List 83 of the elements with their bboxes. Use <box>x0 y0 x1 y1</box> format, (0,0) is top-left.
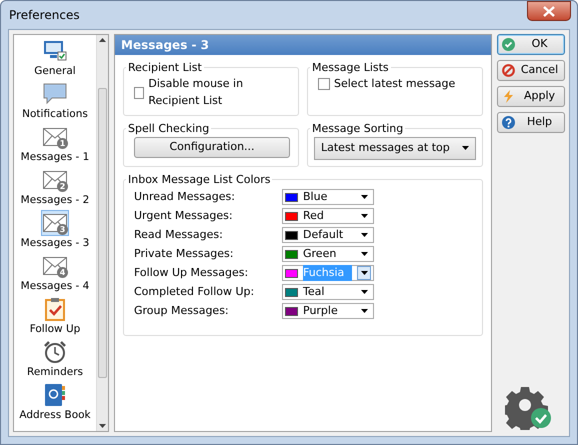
color-label: Urgent Messages: <box>133 208 234 224</box>
color-dropdown[interactable]: Blue <box>282 189 374 205</box>
address-book-icon <box>44 383 66 407</box>
checkbox-text: Disable mouse in Recipient List <box>148 76 244 108</box>
color-label: Completed Follow Up: <box>133 284 256 300</box>
sidebar-item[interactable]: Notifications <box>22 82 88 125</box>
scroll-thumb[interactable] <box>98 88 107 378</box>
color-dropdown[interactable]: Green <box>282 246 374 262</box>
no-entry-icon <box>502 64 515 77</box>
color-label: Group Messages: <box>133 302 230 319</box>
apply-button[interactable]: Apply <box>497 86 565 107</box>
sidebar-label: Address Book <box>19 409 91 422</box>
configuration-button[interactable]: Configuration... <box>134 137 290 158</box>
sidebar-item[interactable]: 4 Messages - 4 <box>20 254 90 297</box>
sidebar-label: Messages - 1 <box>20 151 90 164</box>
close-icon <box>543 6 555 16</box>
sidebar-label: Messages - 4 <box>20 280 90 293</box>
envelope-icon <box>42 171 67 189</box>
caret-icon <box>360 290 368 294</box>
scroll-down-icon[interactable] <box>99 424 106 428</box>
envelope-icon <box>42 128 67 146</box>
sidebar-label: Messages - 3 <box>20 237 90 250</box>
group-title: Inbox Message List Colors <box>127 172 272 186</box>
envelope-icon <box>42 257 67 275</box>
dropdown-value: Latest messages at top <box>321 140 451 156</box>
color-dropdown[interactable]: Purple <box>282 303 374 319</box>
ok-button[interactable]: OK <box>497 34 565 55</box>
cancel-button[interactable]: Cancel <box>497 60 565 81</box>
close-button[interactable] <box>527 1 571 21</box>
monitor-icon <box>42 40 67 62</box>
caret-icon <box>360 252 368 256</box>
sidebar-item[interactable]: Reminders <box>27 340 83 383</box>
color-label: Follow Up Messages: <box>133 264 250 281</box>
panel-title: Messages - 3 <box>115 35 491 55</box>
sidebar-item[interactable]: 3 Messages - 3 <box>20 211 90 254</box>
scroll-up-icon[interactable] <box>99 38 106 42</box>
color-dropdown[interactable]: Teal <box>282 284 374 300</box>
dropdown-value: Red <box>303 208 325 224</box>
gear-check-icon <box>505 384 553 430</box>
sidebar-item[interactable]: Address Book <box>19 383 91 426</box>
group-title: Message Lists <box>311 61 390 74</box>
group-title: Recipient List <box>127 61 203 74</box>
checkbox[interactable] <box>134 86 144 98</box>
caret-icon <box>360 309 368 313</box>
caret-icon <box>360 195 368 199</box>
check-circle-icon <box>502 38 515 51</box>
help-icon <box>502 116 515 129</box>
sidebar-item[interactable]: 2 Messages - 2 <box>20 168 90 211</box>
group-title: Spell Checking <box>127 122 210 135</box>
caret-icon <box>360 233 368 237</box>
sidebar-item[interactable]: Follow Up <box>30 297 80 340</box>
dropdown-value: Blue <box>303 188 328 205</box>
caret-icon <box>462 146 469 150</box>
color-dropdown[interactable]: Default <box>282 227 374 243</box>
dropdown-value: Green <box>303 246 338 262</box>
clipboard-icon <box>45 297 65 321</box>
sidebar-label: Follow Up <box>30 323 80 336</box>
sidebar-label: General <box>34 65 76 78</box>
caret-icon <box>360 271 368 275</box>
alarm-clock-icon <box>43 340 67 364</box>
sidebar-label: Reminders <box>27 366 83 379</box>
caret-icon <box>360 214 368 218</box>
dropdown-value: Fuchsia <box>303 264 352 282</box>
sidebar-label: Messages - 2 <box>20 194 90 207</box>
dropdown-value: Default <box>303 226 344 243</box>
lightning-icon <box>502 90 515 103</box>
window-title: Preferences <box>9 7 80 24</box>
group-title: Message Sorting <box>311 122 404 135</box>
sidebar-item[interactable]: General <box>34 39 76 82</box>
scrollbar[interactable] <box>96 35 108 431</box>
sidebar-item[interactable]: 1 Messages - 1 <box>20 125 90 168</box>
speech-bubble-icon <box>43 83 67 105</box>
color-label: Private Messages: <box>133 246 234 262</box>
dropdown-value: Teal <box>303 284 326 300</box>
checkbox-text: Select latest message <box>334 76 456 92</box>
sidebar-label: Notifications <box>22 108 88 121</box>
checkbox[interactable] <box>318 78 330 90</box>
color-label: Unread Messages: <box>133 188 236 205</box>
dropdown-value: Purple <box>303 302 339 319</box>
help-button[interactable]: Help <box>497 112 565 133</box>
color-label: Read Messages: <box>133 226 224 243</box>
sorting-dropdown[interactable]: Latest messages at top <box>314 137 476 160</box>
color-dropdown[interactable]: Red <box>282 208 374 224</box>
